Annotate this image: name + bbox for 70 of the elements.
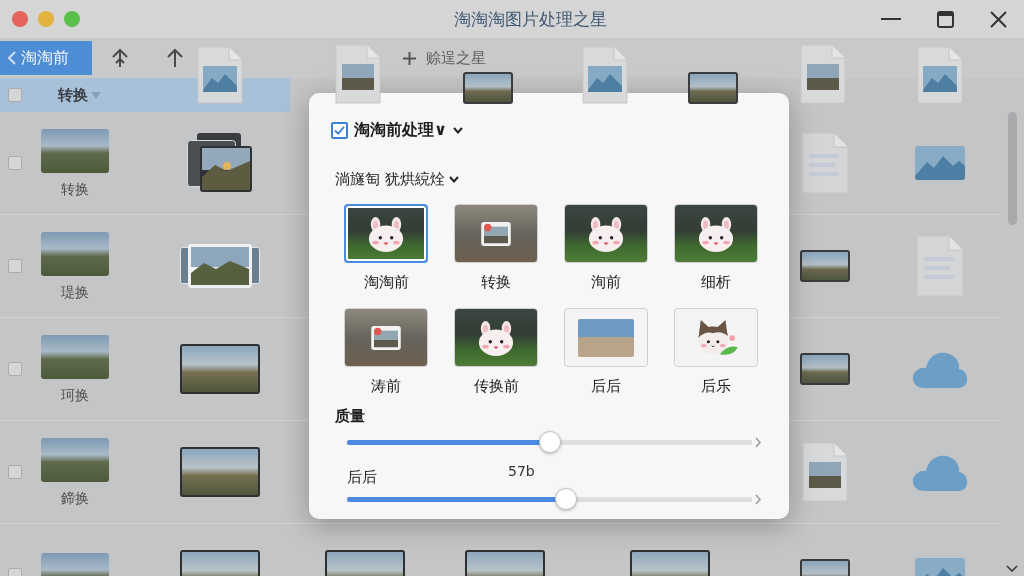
photo-placeholder[interactable]: [41, 334, 109, 379]
add-button[interactable]: 赊逞之星: [403, 48, 486, 68]
photo-placeholder[interactable]: [41, 128, 109, 173]
chevron-right-icon: [755, 436, 761, 448]
preset-label: 后后: [591, 377, 621, 395]
preset-label: 后乐: [701, 377, 731, 395]
slider-handle[interactable]: [538, 431, 561, 453]
chevron-down-icon[interactable]: [448, 175, 459, 183]
checkmark-icon: [334, 125, 345, 135]
image-file-icon: [582, 46, 628, 104]
preset-thumbnail[interactable]: [344, 308, 428, 367]
photo-stack-drawing: [187, 133, 253, 193]
checkbox[interactable]: [8, 88, 22, 102]
dialog-title[interactable]: 淘淘前处理∨: [354, 119, 447, 141]
chevron-right-icon: [755, 493, 761, 505]
preset-label: 传换前: [473, 377, 519, 395]
window-title: 淘淘淘图片处理之星: [452, 7, 607, 31]
preset-thumbnail[interactable]: [344, 204, 428, 263]
preset-thumbnail[interactable]: [564, 308, 648, 367]
photo-placeholder[interactable]: [41, 231, 109, 276]
chevron-down-icon[interactable]: [1006, 565, 1018, 572]
checkbox[interactable]: [8, 362, 22, 376]
preset-thumbnail[interactable]: [674, 204, 758, 263]
back-button[interactable]: 淘淘前: [0, 41, 92, 75]
file-label: 瑅换: [61, 283, 89, 301]
window-close-icon[interactable]: [12, 11, 28, 27]
photo-placeholder[interactable]: [41, 437, 109, 482]
preset-label: 细析: [701, 273, 731, 291]
slider-value: 57b: [508, 463, 535, 480]
preset-label: 洵前: [591, 273, 621, 291]
section-label[interactable]: 淌旞匋 犹烘綂烇: [335, 169, 445, 189]
framed-photo-drawing: [481, 221, 511, 246]
image-file-icon: [334, 44, 381, 104]
chevron-down-icon[interactable]: [453, 126, 463, 134]
photo-placeholder: [800, 250, 850, 282]
checkbox[interactable]: [8, 465, 22, 479]
image-file-icon: [802, 442, 848, 502]
slider-label: 质量: [335, 408, 365, 425]
close-icon[interactable]: [990, 10, 1007, 28]
file-label: 珂换: [61, 386, 89, 404]
document-icon: [916, 235, 964, 297]
file-label: 转换: [61, 180, 89, 198]
preset-thumbnail[interactable]: [564, 204, 648, 263]
photo-placeholder: [578, 318, 634, 357]
checkbox[interactable]: [8, 156, 22, 170]
preset-label: 淘淘前: [363, 273, 409, 291]
image-file-icon: [799, 44, 846, 104]
scrollbar-thumb[interactable]: [1007, 112, 1017, 225]
checkbox[interactable]: [331, 121, 348, 139]
photo-placeholder: [800, 353, 850, 385]
document-icon: [801, 132, 849, 194]
maximize-icon[interactable]: [937, 10, 954, 28]
checkbox[interactable]: [8, 259, 22, 273]
column-header[interactable]: 转换: [58, 85, 88, 105]
preset-label: 涛前: [371, 377, 401, 395]
image-icon: [915, 146, 965, 180]
chevron-left-icon: [7, 51, 16, 65]
photo-placeholder: [687, 72, 738, 104]
preset-thumbnail[interactable]: [454, 308, 538, 367]
plus-icon: [403, 51, 416, 65]
preset-label: 转换: [481, 273, 511, 291]
image-file-icon: [917, 46, 963, 104]
image-file-icon: [197, 46, 243, 104]
preset-thumbnail[interactable]: [674, 308, 758, 367]
file-label: 鍗换: [61, 489, 89, 507]
slider-handle[interactable]: [554, 488, 577, 510]
preset-thumbnail[interactable]: [454, 204, 538, 263]
slider-label: 后后: [347, 469, 377, 486]
photo-placeholder: [462, 72, 513, 104]
framed-photo-drawing: [371, 325, 401, 350]
